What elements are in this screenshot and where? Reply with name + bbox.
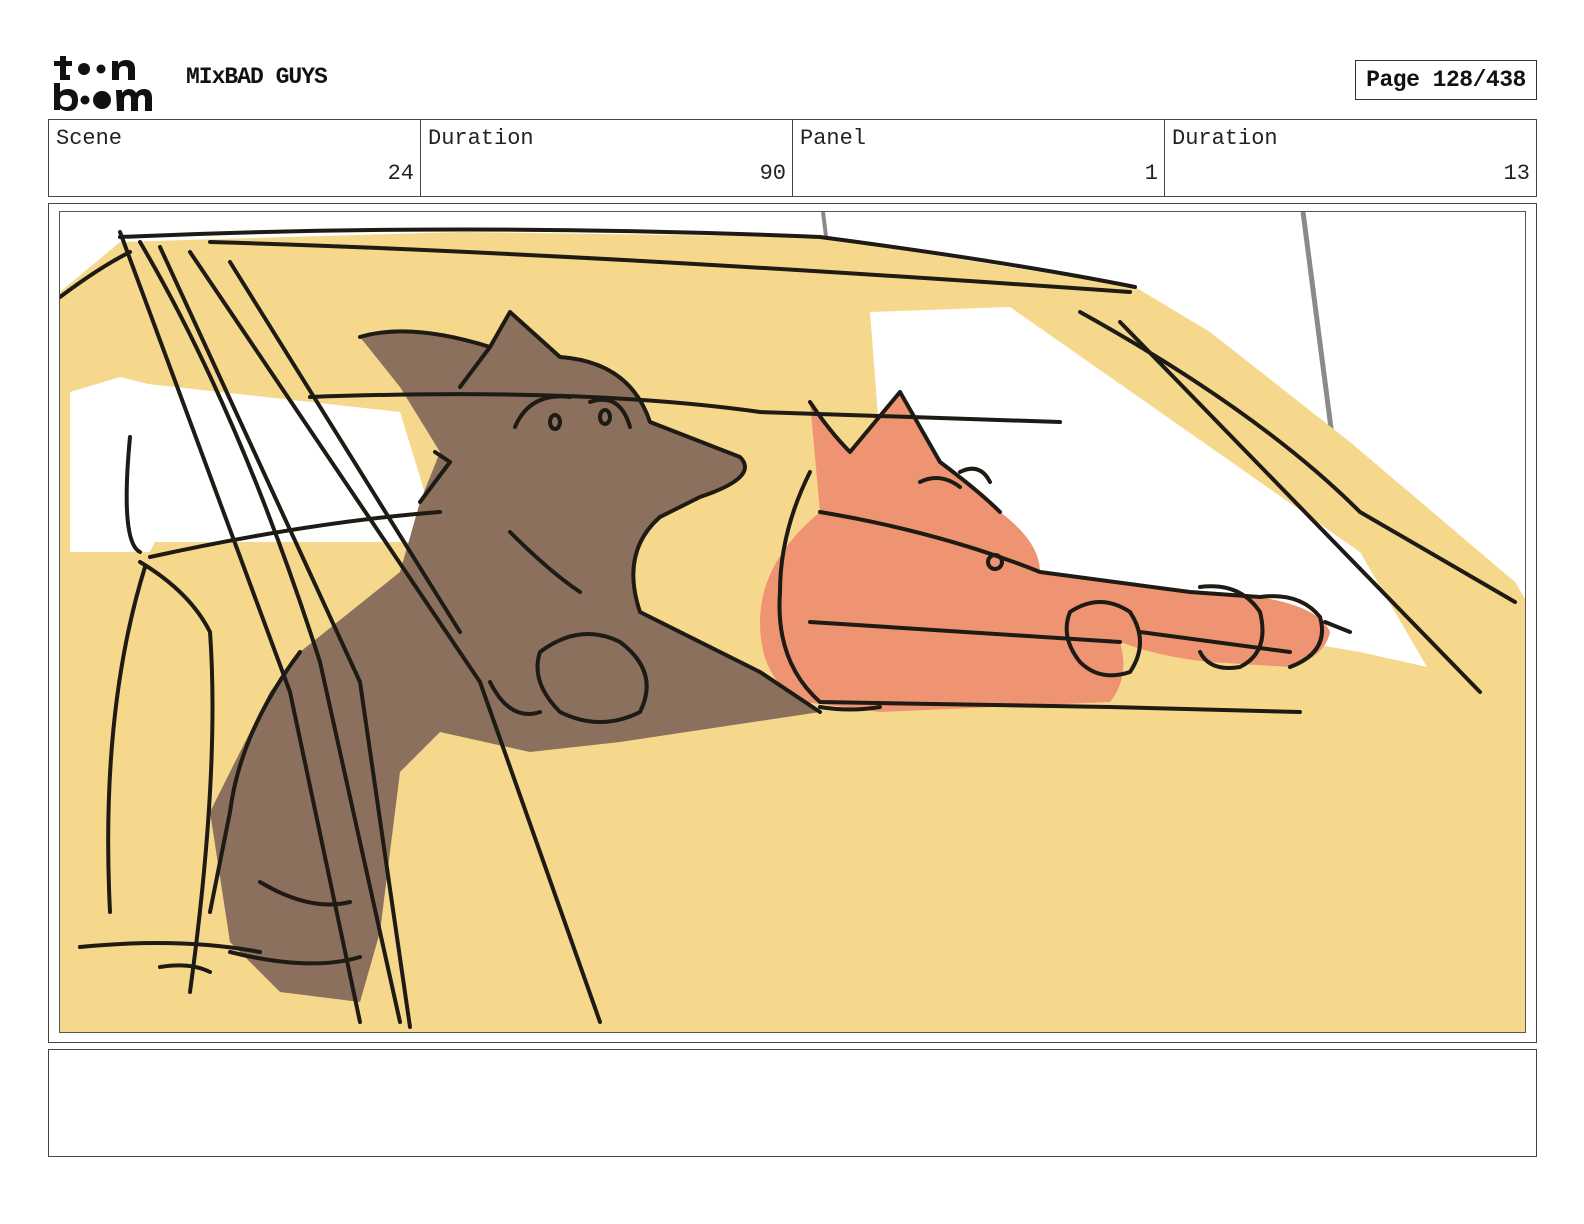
- page-number: Page 128/438: [1355, 60, 1537, 100]
- panel-value: 1: [1144, 161, 1158, 186]
- scene-duration-cell: Duration 90: [421, 120, 793, 196]
- panel-label: Panel: [800, 126, 867, 151]
- panel-notes: [48, 1049, 1537, 1157]
- scene-info-row: Scene 24 Duration 90 Panel 1 Duration 13: [48, 119, 1537, 197]
- panel-frame: [48, 203, 1537, 1043]
- panel-duration-value: 13: [1503, 161, 1530, 186]
- scene-value: 24: [387, 161, 414, 186]
- scene-duration-label: Duration: [428, 126, 534, 151]
- storyboard-sketch: [60, 212, 1525, 1032]
- scene-duration-value: 90: [759, 161, 786, 186]
- scene-label: Scene: [56, 126, 123, 151]
- panel-image: [59, 211, 1526, 1033]
- panel-duration-cell: Duration 13: [1165, 120, 1536, 196]
- project-title: MIxBAD GUYS: [186, 64, 328, 90]
- panel-duration-label: Duration: [1172, 126, 1278, 151]
- scene-cell: Scene 24: [49, 120, 421, 196]
- toon-boom-logo: [54, 56, 152, 111]
- panel-cell: Panel 1: [793, 120, 1165, 196]
